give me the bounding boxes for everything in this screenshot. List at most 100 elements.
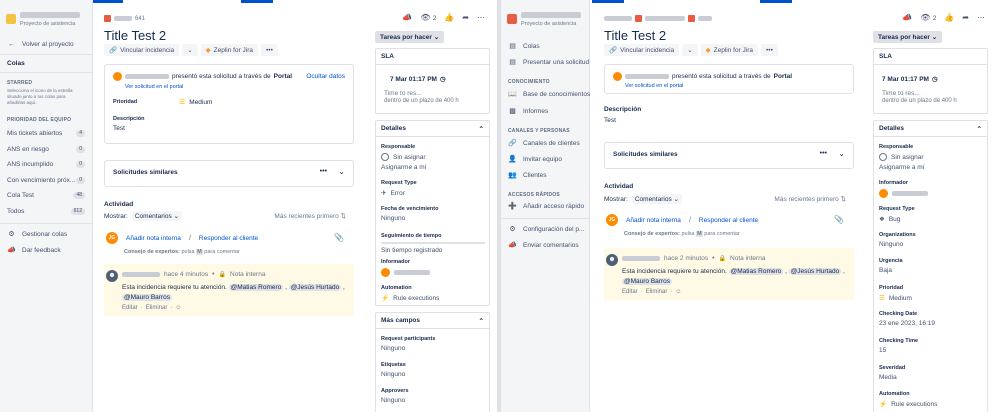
comment-author: [622, 256, 660, 261]
project-header[interactable]: Proyecto de asistencia: [507, 12, 593, 32]
lock-icon: 🔒: [718, 256, 727, 262]
manage-queues[interactable]: ⚙ Gestionar colas: [7, 230, 67, 239]
sidebar-item-customers[interactable]: 👥 Clientes: [508, 171, 546, 180]
delete-comment[interactable]: Eliminar: [146, 305, 168, 311]
clock-icon: ◷: [439, 76, 446, 83]
description-value[interactable]: Test: [604, 117, 616, 124]
more-fields-header[interactable]: Más campos ⌃: [376, 313, 489, 329]
chevron-up-icon: ⌃: [976, 125, 982, 133]
zeplin-button[interactable]: ◆ Zeplin for Jira: [200, 44, 259, 56]
issue-title[interactable]: Title Test 2: [104, 28, 166, 43]
thumbs-up-icon[interactable]: 👍: [944, 13, 954, 22]
share-icon[interactable]: ➦: [962, 13, 969, 22]
project-header[interactable]: Proyecto de asistencia: [6, 12, 92, 32]
show-filter-dropdown[interactable]: Comentarios ⌄: [131, 211, 182, 221]
sla-header[interactable]: SLA: [874, 49, 987, 65]
queue-item[interactable]: Mis tickets abiertos 4: [7, 130, 85, 137]
more-icon[interactable]: ⋯: [977, 13, 985, 22]
description-value[interactable]: Test: [113, 125, 125, 132]
mention[interactable]: @Mauro Barros: [122, 294, 172, 301]
sidebar-item-invite-team[interactable]: 👤 Invitar equipo: [508, 155, 562, 164]
breadcrumb-project[interactable]: [604, 16, 632, 21]
view-portal-link[interactable]: Ver solicitud en el portal: [625, 83, 683, 89]
sort-order[interactable]: Más recientes primero ⇅: [774, 195, 846, 203]
delete-comment[interactable]: Eliminar: [646, 289, 668, 295]
assign-to-me-link[interactable]: Asignarme a mí: [381, 164, 485, 171]
megaphone-icon[interactable]: 📣: [902, 13, 912, 22]
mention[interactable]: @Matias Romero: [728, 268, 784, 275]
queue-item[interactable]: Con vencimiento próx... 0: [7, 177, 85, 184]
mention[interactable]: @Jesús Hurtado: [288, 284, 342, 291]
sidebar-item-reports[interactable]: ▩ Informes: [508, 107, 548, 116]
hide-data-link[interactable]: Ocultar datos: [306, 73, 345, 80]
attachment-icon[interactable]: 📎: [334, 233, 344, 242]
sidebar-item-raise-request[interactable]: ▤ Presentar una solicitud: [508, 58, 589, 67]
megaphone-icon[interactable]: 📣: [402, 13, 412, 22]
chevron-down-icon[interactable]: ⌄: [838, 149, 845, 158]
zeplin-button[interactable]: ◆ Zeplin for Jira: [700, 44, 759, 56]
link-issue-button[interactable]: 🔗 Vincular incidencia: [104, 44, 180, 56]
queue-item[interactable]: ANS incumplido 0: [7, 161, 85, 168]
status-button[interactable]: Tareas por hacer ⌄: [375, 31, 445, 43]
more-actions-button[interactable]: •••: [761, 44, 778, 56]
breadcrumb-parent[interactable]: [645, 16, 685, 21]
more-actions-button[interactable]: •••: [261, 44, 278, 56]
mention[interactable]: @Jesús Hurtado: [788, 268, 842, 275]
more-icon[interactable]: •••: [820, 150, 827, 157]
similar-requests-card[interactable]: Solicitudes similares ••• ⌄: [604, 142, 854, 169]
show-filter-dropdown[interactable]: Comentarios ⌄: [631, 194, 682, 204]
sidebar-item-customer-channels[interactable]: 🔗 Canales de clientes: [508, 139, 580, 148]
queue-item[interactable]: ANS en riesgo 0: [7, 146, 85, 153]
send-feedback[interactable]: 📣 Enviar comentarios: [508, 241, 579, 250]
project-subtitle: Proyecto de asistencia: [20, 21, 76, 27]
attachment-icon[interactable]: 📎: [834, 215, 844, 224]
issue-title[interactable]: Title Test 2: [604, 28, 666, 43]
add-shortcut[interactable]: ➕ Añadir acceso rápido: [508, 202, 584, 211]
mention[interactable]: @Matias Romero: [228, 284, 284, 291]
details-header[interactable]: Detalles ⌃: [874, 121, 987, 137]
queue-item[interactable]: Cola Test 48: [7, 192, 85, 199]
queue-item[interactable]: Todos 612: [7, 208, 85, 215]
sidebar-item-knowledge-base[interactable]: 📖 Base de conocimientos: [508, 90, 590, 99]
chevron-down-icon[interactable]: ⌄: [338, 167, 345, 176]
emoji-icon[interactable]: ☺: [675, 289, 681, 295]
watch-button[interactable]: 👁 2: [920, 13, 936, 22]
request-details-card: presentó esta solicitud a través de Port…: [104, 64, 354, 144]
similar-requests-card[interactable]: Solicitudes similares ••• ⌄: [104, 160, 354, 187]
project-settings[interactable]: ⚙ Configuración del p...: [508, 225, 584, 234]
reply-customer[interactable]: Responder al cliente: [699, 217, 758, 224]
lightning-icon: ⚡: [381, 295, 390, 302]
add-internal-note[interactable]: Añadir nota interna: [126, 235, 181, 242]
share-icon[interactable]: ➦: [462, 13, 469, 22]
sidebar-item-queues[interactable]: ▤ Colas: [508, 42, 539, 51]
sort-order[interactable]: Más recientes primero ⇅: [274, 212, 346, 220]
comment: ☻ hace 4 minutos • 🔒 Nota interna Esta i…: [104, 264, 354, 316]
reply-customer[interactable]: Responder al cliente: [199, 235, 258, 242]
mention[interactable]: @Mauro Barros: [622, 278, 672, 285]
edit-comment[interactable]: Editar: [122, 305, 138, 311]
give-feedback[interactable]: 📣 Dar feedback: [7, 246, 61, 255]
link-issue-dropdown[interactable]: ⌄: [182, 44, 198, 56]
assign-to-me-link[interactable]: Asignarme a mí: [879, 164, 983, 171]
issue-key[interactable]: 641: [135, 16, 145, 22]
priority-medium-icon: ☰: [179, 99, 186, 106]
emoji-icon[interactable]: ☺: [175, 305, 181, 311]
more-fields-panel: Más campos ⌃ Request participants Ninguno…: [375, 312, 490, 412]
status-button[interactable]: Tareas por hacer ⌄: [873, 31, 943, 43]
more-icon[interactable]: ⋯: [477, 13, 485, 22]
error-type-icon: ✈: [381, 190, 387, 197]
issue-key[interactable]: [698, 16, 712, 21]
view-portal-link[interactable]: Ver solicitud en el portal: [125, 84, 183, 90]
thumbs-up-icon[interactable]: 👍: [444, 13, 454, 22]
link-icon: 🔗: [609, 47, 618, 54]
sla-header[interactable]: SLA: [376, 49, 489, 65]
link-issue-button[interactable]: 🔗 Vincular incidencia: [604, 44, 680, 56]
watch-button[interactable]: 👁 2: [420, 13, 436, 22]
priority-label: Prioridad: [113, 99, 138, 105]
link-issue-dropdown[interactable]: ⌄: [682, 44, 698, 56]
back-to-project[interactable]: ← Volver al proyecto: [7, 41, 74, 48]
add-internal-note[interactable]: Añadir nota interna: [626, 217, 681, 224]
edit-comment[interactable]: Editar: [622, 289, 638, 295]
more-icon[interactable]: •••: [320, 168, 327, 175]
details-header[interactable]: Detalles ⌃: [376, 121, 489, 137]
